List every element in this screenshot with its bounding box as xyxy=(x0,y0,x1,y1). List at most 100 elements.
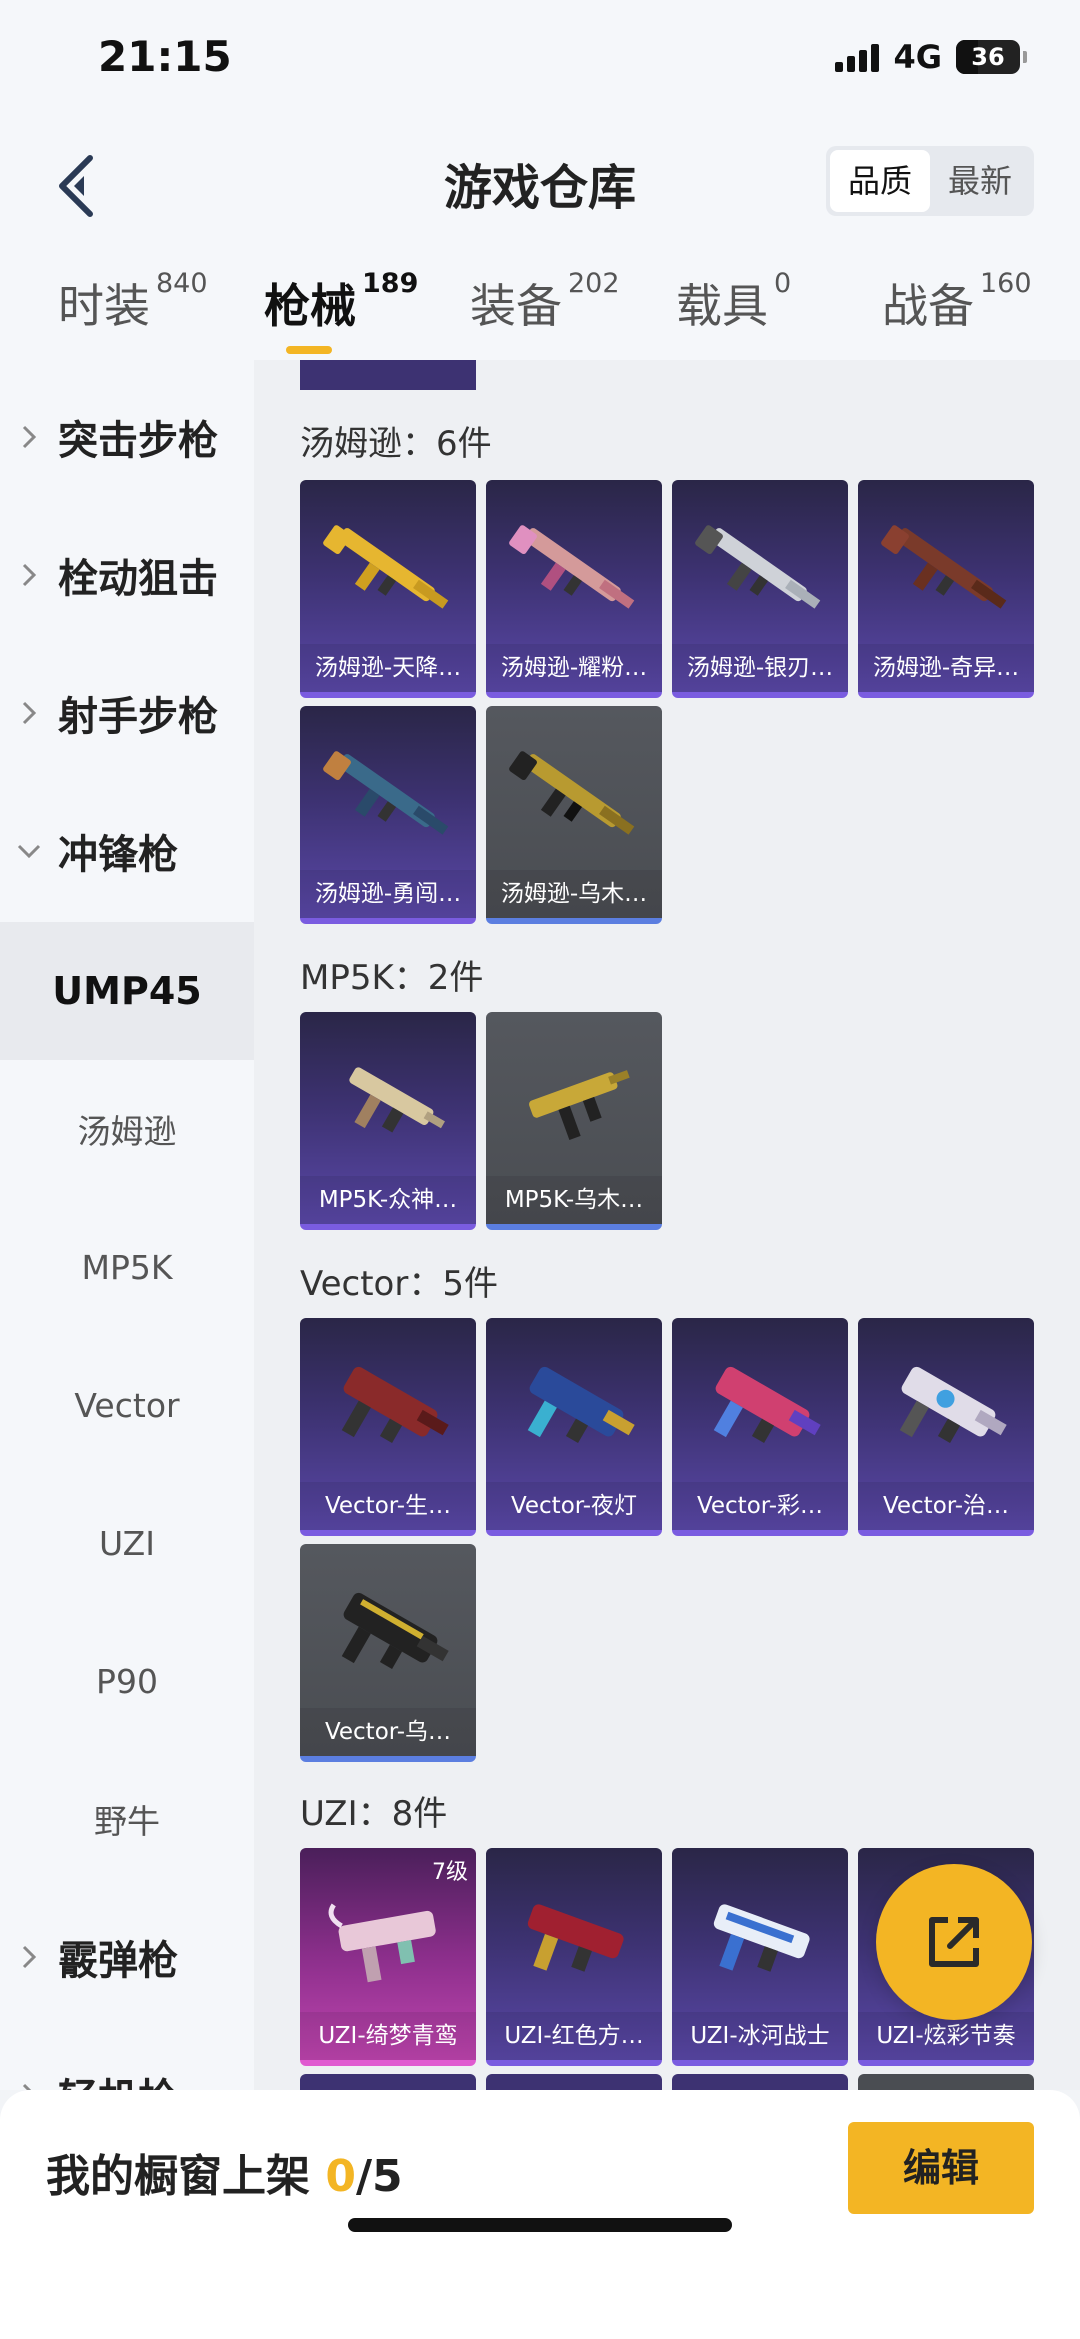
sidebar-subitem-vector[interactable]: Vector xyxy=(0,1336,254,1474)
item-card[interactable]: Vector-治… xyxy=(858,1318,1034,1536)
sidebar-item-lmg[interactable]: 轻机枪 xyxy=(0,2026,254,2090)
vector-skin-icon xyxy=(899,1366,1007,1443)
tab-count: 189 xyxy=(362,268,419,299)
thompson-skin-icon xyxy=(323,751,449,835)
tab-count: 160 xyxy=(980,268,1032,299)
item-card[interactable]: Vector-夜灯 xyxy=(486,1318,662,1536)
vector-skin-icon xyxy=(527,1366,635,1443)
sidebar-item-bolt-sniper[interactable]: 栓动狙击 xyxy=(0,506,254,644)
tab-guns[interactable]: 枪械 189 xyxy=(264,268,419,336)
item-name: Vector-夜灯 xyxy=(486,1482,662,1530)
uzi-skin-icon xyxy=(328,1903,436,1983)
network-type: 4G xyxy=(893,38,942,76)
sidebar-subitem-thompson[interactable]: 汤姆逊 xyxy=(0,1060,254,1198)
item-name: Vector-乌… xyxy=(300,1708,476,1756)
item-name: UZI-红色方… xyxy=(486,2012,662,2060)
tab-label: 装备 xyxy=(470,279,562,333)
home-indicator[interactable] xyxy=(348,2218,732,2232)
status-bar: 21:15 4G 36 xyxy=(0,0,1080,120)
tab-label: 枪械 xyxy=(264,279,356,333)
sidebar-item-label: 突击步枪 xyxy=(58,418,218,464)
showcase-count: 0 xyxy=(325,2151,356,2202)
item-name: 汤姆逊-乌木… xyxy=(486,870,662,918)
item-name: 汤姆逊-银刃… xyxy=(672,644,848,692)
item-card-partial[interactable] xyxy=(858,2074,1034,2090)
item-grid: 汤姆逊：6件 汤姆逊-天降… 汤姆逊-耀粉… 汤姆逊-银刃… 汤姆逊-奇异… 汤… xyxy=(254,360,1080,2090)
sort-newest-button[interactable]: 最新 xyxy=(930,150,1030,212)
item-card-partial[interactable] xyxy=(486,2074,662,2090)
item-card-partial[interactable] xyxy=(300,360,476,390)
item-card[interactable]: Vector-生… xyxy=(300,1318,476,1536)
tab-fashion[interactable]: 时装 840 xyxy=(58,268,208,336)
item-name: UZI-冰河战士 xyxy=(672,2012,848,2060)
item-card[interactable]: MP5K-乌木… xyxy=(486,1012,662,1230)
sidebar-item-label: 冲锋枪 xyxy=(58,832,178,878)
tab-label: 时装 xyxy=(58,279,150,333)
section-title-vector: Vector：5件 xyxy=(300,1264,498,1304)
sidebar-subitem-uzi[interactable]: UZI xyxy=(0,1474,254,1612)
sidebar-subitem-bizon[interactable]: 野牛 xyxy=(0,1750,254,1888)
tab-count: 0 xyxy=(774,268,792,299)
tab-vehicles[interactable]: 载具 0 xyxy=(676,268,792,336)
item-card[interactable]: 汤姆逊-天降… xyxy=(300,480,476,698)
chevron-right-icon xyxy=(22,2083,32,2090)
sort-quality-button[interactable]: 品质 xyxy=(830,150,930,212)
sidebar-item-label: 轻机枪 xyxy=(58,2066,178,2090)
item-name: Vector-生… xyxy=(300,1482,476,1530)
item-card[interactable]: 汤姆逊-奇异… xyxy=(858,480,1034,698)
vector-skin-icon xyxy=(713,1366,821,1443)
section-title-thompson: 汤姆逊：6件 xyxy=(300,424,492,464)
item-card[interactable]: 汤姆逊-耀粉… xyxy=(486,480,662,698)
sidebar-subitem-p90[interactable]: P90 xyxy=(0,1612,254,1750)
thompson-skin-icon xyxy=(323,525,449,609)
tab-label: 载具 xyxy=(676,279,768,333)
sidebar-item-label: 栓动狙击 xyxy=(58,556,218,602)
item-card[interactable]: 汤姆逊-勇闯… xyxy=(300,706,476,924)
chevron-right-icon xyxy=(22,563,37,587)
item-name: Vector-彩… xyxy=(672,1482,848,1530)
thompson-skin-icon xyxy=(509,525,635,609)
chevron-right-icon xyxy=(22,425,37,449)
item-card[interactable]: 7级 UZI-绮梦青鸾 xyxy=(300,1848,476,2066)
tab-equipment[interactable]: 装备 202 xyxy=(470,268,620,336)
item-card[interactable]: Vector-彩… xyxy=(672,1318,848,1536)
item-card[interactable]: UZI-冰河战士 xyxy=(672,1848,848,2066)
share-button[interactable] xyxy=(876,1864,1032,2020)
chevron-right-icon xyxy=(22,701,37,725)
item-card[interactable]: Vector-乌… xyxy=(300,1544,476,1762)
item-card[interactable]: UZI-红色方… xyxy=(486,1848,662,2066)
sidebar-item-shotgun[interactable]: 霰弹枪 xyxy=(0,1888,254,2026)
status-time: 21:15 xyxy=(98,32,232,81)
item-card[interactable]: MP5K-众神… xyxy=(300,1012,476,1230)
sidebar-subitem-mp5k[interactable]: MP5K xyxy=(0,1198,254,1336)
section-title-uzi: UZI：8件 xyxy=(300,1794,448,1834)
edit-button[interactable]: 编辑 xyxy=(848,2122,1034,2214)
item-card-partial[interactable] xyxy=(672,2074,848,2090)
item-name: Vector-治… xyxy=(858,1482,1034,1530)
sidebar-subitem-ump45[interactable]: UMP45 xyxy=(0,922,254,1060)
showcase-bar: 我的橱窗上架 0/5 编辑 xyxy=(0,2090,1080,2339)
chevron-down-icon xyxy=(17,844,41,859)
sidebar-item-assault-rifle[interactable]: 突击步枪 xyxy=(0,368,254,506)
item-name: 汤姆逊-奇异… xyxy=(858,644,1034,692)
item-name: 汤姆逊-耀粉… xyxy=(486,644,662,692)
category-sidebar: 突击步枪 栓动狙击 射手步枪 冲锋枪 UMP45 汤姆逊 MP5K Vector… xyxy=(0,360,254,2090)
sidebar-item-smg[interactable]: 冲锋枪 xyxy=(0,782,254,920)
item-card[interactable]: 汤姆逊-乌木… xyxy=(486,706,662,924)
status-indicators: 4G 36 xyxy=(835,38,1027,76)
item-name: 汤姆逊-勇闯… xyxy=(300,870,476,918)
sidebar-item-label: 霰弹枪 xyxy=(58,1938,178,1984)
vector-skin-icon xyxy=(341,1366,449,1443)
thompson-skin-icon xyxy=(509,751,635,835)
item-card[interactable]: 汤姆逊-银刃… xyxy=(672,480,848,698)
sidebar-item-label: 射手步枪 xyxy=(58,694,218,740)
sidebar-item-marksman-rifle[interactable]: 射手步枪 xyxy=(0,644,254,782)
share-external-icon xyxy=(929,1917,979,1967)
uzi-skin-icon xyxy=(527,1904,624,1972)
tab-supplies[interactable]: 战备 160 xyxy=(882,268,1032,336)
uzi-skin-icon xyxy=(713,1904,810,1972)
thompson-skin-icon xyxy=(881,525,1007,609)
battery-level: 36 xyxy=(971,43,1005,71)
item-card-partial[interactable] xyxy=(300,2074,476,2090)
item-name: 汤姆逊-天降… xyxy=(300,644,476,692)
